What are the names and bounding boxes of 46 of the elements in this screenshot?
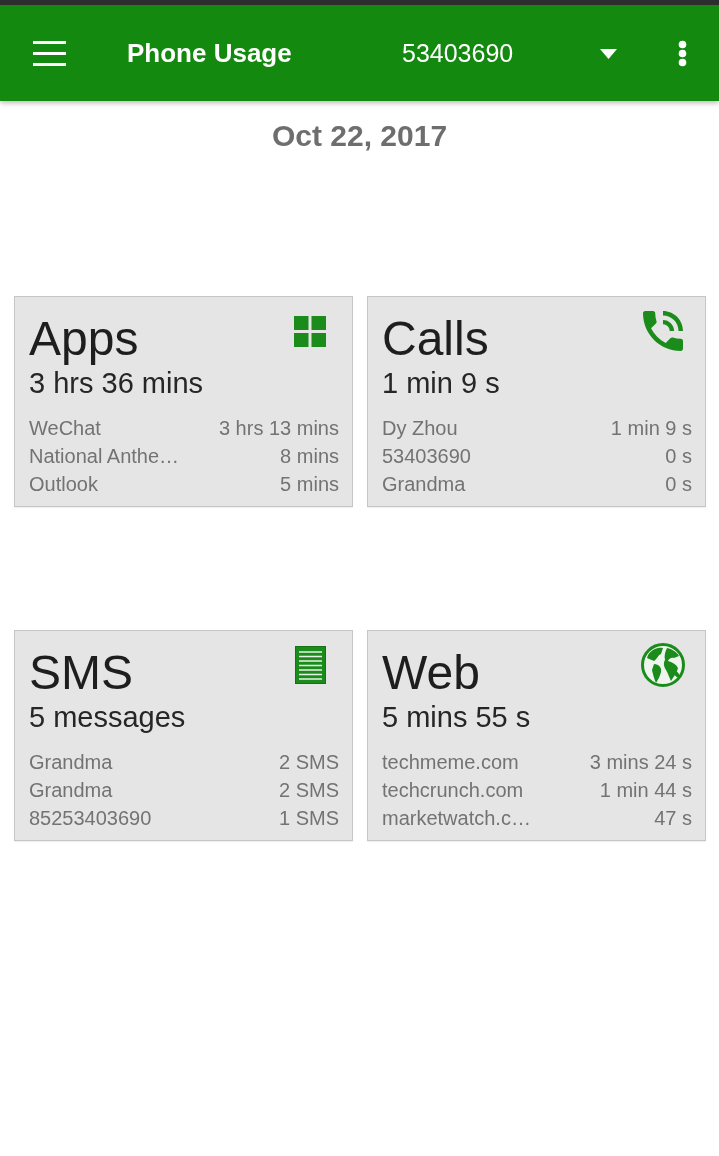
- account-dropdown[interactable]: 53403690: [402, 37, 617, 69]
- item-value: 0 s: [665, 444, 692, 469]
- item-value: 1 min 44 s: [599, 778, 692, 803]
- item-value: 3 hrs 13 mins: [218, 416, 339, 441]
- usage-card[interactable]: SMS 5 messages Grandma 2 SMS Grandma 2 SMS 85253403690 1 SMS: [14, 630, 353, 841]
- more-icon[interactable]: [678, 39, 687, 67]
- phone-icon: [643, 311, 683, 351]
- item-value: 8 mins: [280, 444, 339, 469]
- item-value: 3 mins 24 s: [589, 750, 692, 775]
- date-label: Oct 22, 2017: [270, 118, 449, 154]
- item-name: WeChat: [29, 416, 101, 441]
- item-name: 85253403690: [29, 806, 152, 831]
- app-title: Phone Usage: [127, 37, 293, 69]
- item-value: 1 min 9 s: [610, 416, 692, 441]
- card-total: 5 mins 55 s: [382, 700, 531, 734]
- card-total: 1 min 9 s: [382, 366, 500, 400]
- usage-card[interactable]: Web 5 mins 55 s techmeme.com 3 mins 24 s techcrunch.com 1 min 44 s marketwatch.c… 47 s: [367, 630, 706, 841]
- item-name: Grandma: [29, 750, 113, 775]
- item-value: 5 mins: [280, 472, 339, 497]
- usage-card[interactable]: Apps 3 hrs 36 mins WeChat 3 hrs 13 mins National Anthe… 8 mins Outlook 5 mins: [14, 296, 353, 507]
- item-value: 47 s: [654, 806, 692, 831]
- card-title: SMS: [29, 647, 134, 699]
- item-value: 1 SMS: [278, 806, 339, 831]
- card-total: 5 messages: [29, 700, 186, 734]
- item-name: National Anthe…: [29, 444, 180, 469]
- item-name: Dy Zhou: [382, 416, 458, 441]
- grid-icon: [294, 315, 326, 347]
- item-value: 0 s: [665, 472, 692, 497]
- card-title: Web: [382, 647, 481, 699]
- card-title: Calls: [382, 313, 490, 365]
- card-total: 3 hrs 36 mins: [29, 366, 204, 400]
- item-name: Outlook: [29, 472, 98, 497]
- item-name: techcrunch.com: [382, 778, 524, 803]
- caret-icon: [600, 49, 617, 59]
- document-icon: [294, 646, 326, 684]
- globe-icon: [641, 643, 685, 687]
- item-name: Grandma: [382, 472, 466, 497]
- item-name: Grandma: [29, 778, 113, 803]
- item-name: techmeme.com: [382, 750, 519, 775]
- item-value: 2 SMS: [278, 778, 339, 803]
- menu-icon[interactable]: [33, 40, 66, 66]
- item-value: 2 SMS: [278, 750, 339, 775]
- usage-card[interactable]: Calls 1 min 9 s Dy Zhou 1 min 9 s 53403690 0 s Grandma 0 s: [367, 296, 706, 507]
- item-name: 53403690: [382, 444, 471, 469]
- item-name: marketwatch.c…: [382, 806, 531, 831]
- card-title: Apps: [29, 313, 140, 365]
